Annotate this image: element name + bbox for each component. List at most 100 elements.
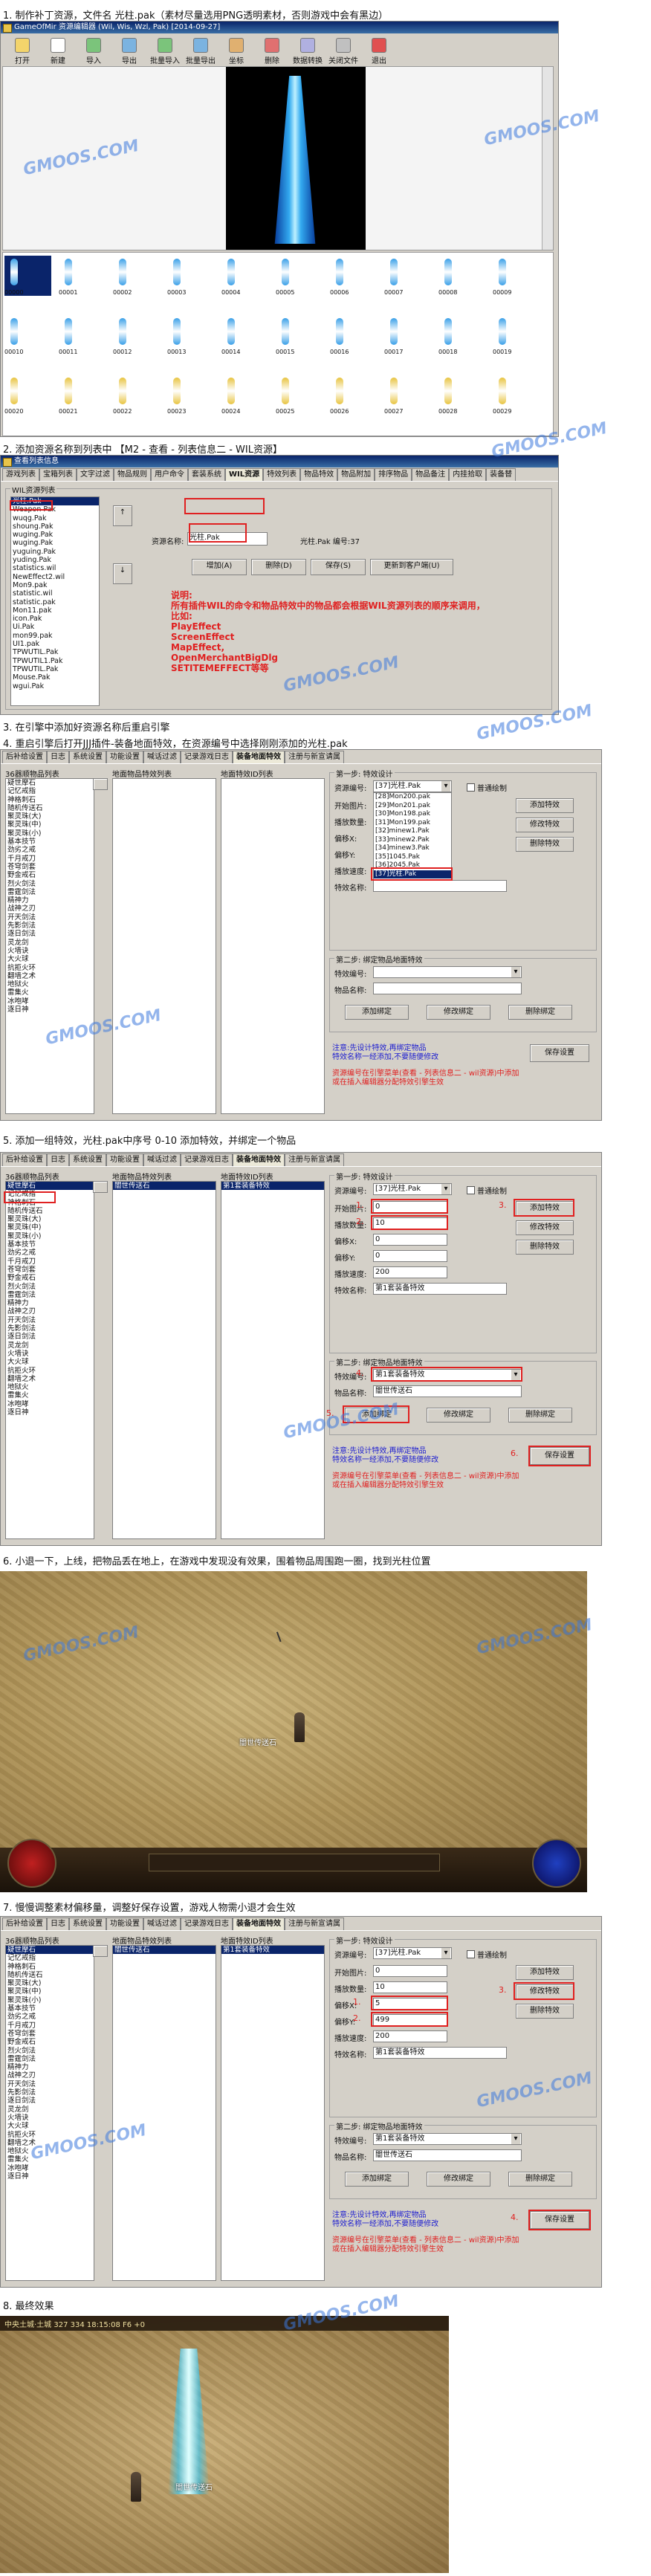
toolbar-button-3[interactable]: 导出 <box>112 36 146 65</box>
jjj-list-0[interactable]: 疑世摩石 记忆戒指 神格刺石 随机传送石 聚灵珠(大) 聚灵珠(中) 聚灵珠(小) 基本技节劲… <box>5 1945 94 2281</box>
dropdown-option[interactable]: [29]Mon201.pak <box>374 802 451 811</box>
item-list-entry[interactable]: 千月戒刀 <box>6 1258 94 1266</box>
item-list-entry[interactable]: 疑世摩石 <box>6 1182 94 1191</box>
dropdown-option[interactable]: [28]Mon200.pak <box>374 793 451 802</box>
jjj-tab[interactable]: 系统设置 <box>69 1918 106 1930</box>
effect-list-entry[interactable]: 闇世传送石 <box>113 1946 216 1955</box>
effect-list-entry[interactable]: 闇世传送石 <box>113 1182 216 1191</box>
item-list-entry[interactable]: 翻墙之术 <box>6 1375 94 1383</box>
add-effect-button[interactable]: 添加特效 <box>516 798 574 813</box>
item-list-entry[interactable]: 记忆戒指 <box>6 1954 94 1962</box>
field-speed[interactable]: 200 <box>373 1266 447 1278</box>
m2-tab[interactable]: 特效列表 <box>263 468 301 481</box>
res-id-combo[interactable]: [37]光柱.Pak <box>373 1947 452 1959</box>
jjj-tab[interactable]: 系统设置 <box>69 751 106 763</box>
item-list-entry[interactable]: 精神力 <box>6 1299 94 1307</box>
thumbnail-cell[interactable]: 00002 <box>113 256 160 296</box>
thumbnail-cell[interactable]: 00004 <box>221 256 268 296</box>
thumbnail-cell[interactable]: 00013 <box>167 315 214 355</box>
item-list-entry[interactable]: 千月戒刀 <box>6 2022 94 2030</box>
item-list-entry[interactable]: 地狱火 <box>6 980 94 988</box>
thumbnail-cell[interactable]: 00021 <box>59 375 106 415</box>
wil-list-item[interactable]: shoung.Pak <box>11 522 99 531</box>
search-button[interactable] <box>93 778 108 790</box>
jjj-tab[interactable]: 功能设置 <box>106 751 143 763</box>
thumbnail-cell[interactable]: 00012 <box>113 315 160 355</box>
res-id-combo[interactable]: [37]光柱.Pak <box>373 780 452 792</box>
fx-id-combo[interactable] <box>373 966 522 978</box>
jjj-tab[interactable]: 喊话过滤 <box>143 751 181 763</box>
del-bind-button[interactable]: 删除绑定 <box>508 1005 572 1020</box>
thumbnail-cell[interactable]: 00014 <box>221 315 268 355</box>
move-down-button[interactable]: ↓ <box>113 563 132 584</box>
effect-name-input[interactable]: 第1套装备特效 <box>373 1283 507 1295</box>
thumbnail-cell[interactable]: 00011 <box>59 315 106 355</box>
thumbnail-cell[interactable]: 00017 <box>384 315 431 355</box>
wil-list-item[interactable]: wuqg.Pak <box>11 514 99 522</box>
jjj-tab[interactable]: 后补给设置 <box>2 1918 47 1930</box>
item-name-input[interactable]: 闇世传送石 <box>373 2149 522 2161</box>
m2-tab[interactable]: 套装系统 <box>188 468 225 481</box>
wil-list-item[interactable]: Mon11.pak <box>11 606 99 615</box>
item-list-entry[interactable]: 聚灵珠(大) <box>6 1979 94 1987</box>
mod-bind-button[interactable]: 修改绑定 <box>427 2172 490 2187</box>
jjj-list-0[interactable]: 疑世摩石 记忆戒指 神格刺石 随机传送石 聚灵珠(大) 聚灵珠(中) 聚灵珠(小) 基本技节劲… <box>5 778 94 1114</box>
add-bind-button[interactable]: 添加绑定 <box>345 1005 409 1020</box>
effect-name-input[interactable] <box>373 880 507 892</box>
item-list-entry[interactable]: 雷集火 <box>6 988 94 997</box>
wil-list-item[interactable]: yuding.Pak <box>11 556 99 564</box>
item-list-entry[interactable]: 苍穹剑套 <box>6 863 94 871</box>
thumbnail-cell[interactable]: 00003 <box>167 256 214 296</box>
del-bind-button[interactable]: 删除绑定 <box>508 1408 572 1423</box>
m2-tab[interactable]: 物品规则 <box>114 468 151 481</box>
m2-tab[interactable]: 文字过滤 <box>77 468 114 481</box>
item-list-entry[interactable]: 疑世摩石 <box>6 779 94 787</box>
item-list-entry[interactable]: 精神力 <box>6 896 94 904</box>
item-list-entry[interactable]: 逐日剑法 <box>6 1333 94 1341</box>
thumbnail-cell[interactable]: 00027 <box>384 375 431 415</box>
wil-list-item[interactable]: yuguing.Pak <box>11 548 99 556</box>
toolbar-button-10[interactable]: 退出 <box>362 36 396 65</box>
search-button[interactable] <box>93 1181 108 1193</box>
item-name-input[interactable]: 闇世传送石 <box>373 1385 522 1397</box>
item-list-entry[interactable]: 劲劣之戒 <box>6 846 94 854</box>
wil-list-item[interactable]: mon99.pak <box>11 632 99 640</box>
wil-list-item[interactable]: TPWUTIL.Pak <box>11 665 99 673</box>
item-list-entry[interactable]: 聚灵珠(小) <box>6 829 94 838</box>
item-list-entry[interactable]: 烈火剑法 <box>6 1283 94 1291</box>
field-count[interactable]: 10 <box>373 1981 447 1993</box>
jjj-tab[interactable]: 功能设置 <box>106 1153 143 1166</box>
toolbar-button-0[interactable]: 打开 <box>5 36 39 65</box>
jjj-tab[interactable]: 记录游戏日志 <box>181 1918 233 1930</box>
item-list-entry[interactable]: 战神之刃 <box>6 1307 94 1315</box>
item-list-entry[interactable]: 神格刺石 <box>6 1963 94 1971</box>
jjj-tab[interactable]: 日志 <box>47 751 69 763</box>
item-list-entry[interactable]: 大火球 <box>6 2122 94 2130</box>
item-list-entry[interactable]: 聚灵珠(中) <box>6 821 94 829</box>
wil-list-item[interactable]: Ui.Pak <box>11 623 99 631</box>
m2-tab[interactable]: 内挂拾取 <box>449 468 487 481</box>
wil-list-item[interactable]: Mon9.pak <box>11 581 99 589</box>
jjj-tab[interactable]: 注册与新宣请属 <box>285 1153 344 1166</box>
item-list-entry[interactable]: 神格刺石 <box>6 796 94 804</box>
item-list-entry[interactable]: 烈火剑法 <box>6 2047 94 2055</box>
dropdown-option[interactable]: [30]Mon198.pak <box>374 810 451 819</box>
jjj-list-0[interactable]: 疑世摩石 记忆戒指 神格刺石 随机传送石 聚灵珠(大) 聚灵珠(中) 聚灵珠(小) 基本技节劲… <box>5 1181 94 1539</box>
jjj-tab[interactable]: 注册与新宣请属 <box>285 751 344 763</box>
wil-resource-list[interactable]: 光柱.Pak Weapon Pak wuqg.Pak shoung.Pak wuging… <box>10 496 100 706</box>
item-list-entry[interactable]: 抗拒火环 <box>6 964 94 972</box>
jjj-tab[interactable]: 系统设置 <box>69 1153 106 1166</box>
jjj-tab[interactable]: 装备地面特效 <box>233 1153 285 1166</box>
toolbar-button-8[interactable]: 数据转换 <box>291 36 325 65</box>
item-list-entry[interactable]: 野金戒石 <box>6 2038 94 2046</box>
item-list-entry[interactable]: 战神之刃 <box>6 2071 94 2080</box>
dropdown-option[interactable]: [33]minew2.Pak <box>374 836 451 845</box>
item-list-entry[interactable]: 随机传送石 <box>6 1207 94 1215</box>
res-id-combo[interactable]: [37]光柱.Pak <box>373 1183 452 1195</box>
save-settings-button[interactable]: 保存设置 <box>530 1044 589 1062</box>
m2-tab[interactable]: 用户命令 <box>151 468 188 481</box>
item-list-entry[interactable]: 开天剑法 <box>6 913 94 922</box>
jjj-tab[interactable]: 装备地面特效 <box>233 1918 285 1930</box>
item-list-entry[interactable]: 聚灵珠(小) <box>6 1996 94 2004</box>
delete-button[interactable]: 删除(D) <box>251 559 306 575</box>
